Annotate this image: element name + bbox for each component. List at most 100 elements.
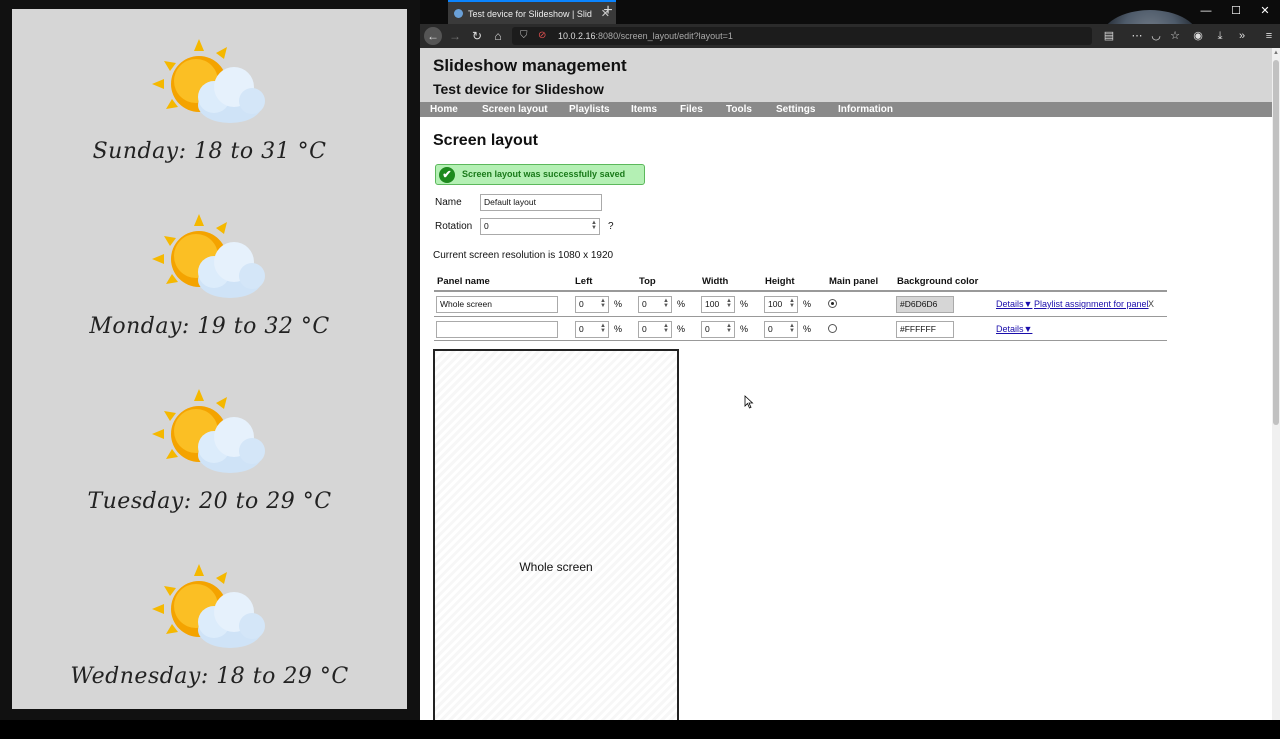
spinner-arrows-icon[interactable]: ▲ ▼ bbox=[788, 323, 796, 335]
delete-panel-button[interactable]: X bbox=[1148, 299, 1154, 309]
page-scrollbar[interactable]: ▲ bbox=[1272, 48, 1280, 720]
table-row: 0 ▲ ▼ % 0 ▲ ▼ % 0 ▲ ▼ % 0 ▲ ▼ % #FFFFFF Details▼ bbox=[434, 317, 1167, 341]
details-link[interactable]: Details▼ bbox=[996, 299, 1032, 309]
rotation-label: Rotation bbox=[435, 221, 473, 232]
maximize-icon[interactable]: ☐ bbox=[1221, 0, 1251, 22]
panel-name-field[interactable]: Whole screen bbox=[436, 296, 558, 313]
checkmark-icon: ✔ bbox=[439, 167, 455, 183]
forecast-day: Wednesday: 18 to 29 °C bbox=[12, 564, 407, 739]
panel-name-field[interactable] bbox=[436, 321, 558, 338]
rotation-stepper[interactable]: 0 ▲ ▼ bbox=[480, 218, 600, 235]
col-main-panel: Main panel bbox=[829, 276, 879, 287]
home-icon[interactable]: ⌂ bbox=[489, 27, 507, 45]
web-page: Slideshow management Test device for Sli… bbox=[420, 48, 1272, 720]
scroll-up-icon[interactable]: ▲ bbox=[1272, 50, 1280, 58]
preview-panel-label: Whole screen bbox=[519, 560, 593, 574]
background-color-field[interactable]: #D6D6D6 bbox=[896, 296, 954, 313]
partly-cloudy-icon bbox=[152, 564, 265, 648]
pocket-icon[interactable]: ◡ bbox=[1147, 27, 1165, 45]
forecast-day: Monday: 19 to 32 °C bbox=[12, 214, 407, 389]
table-row: Whole screen 0 ▲ ▼ % 0 ▲ ▼ % 100 ▲ ▼ % 100 ▲ ▼ %… bbox=[434, 293, 1167, 317]
background-color-field[interactable]: #FFFFFF bbox=[896, 321, 954, 338]
percent-label: % bbox=[677, 324, 686, 334]
width-value: 100 bbox=[705, 299, 720, 309]
left-stepper[interactable]: 0 ▲ ▼ bbox=[575, 321, 609, 338]
top-stepper[interactable]: 0 ▲ ▼ bbox=[638, 321, 672, 338]
menu-item-screen-layout[interactable]: Screen layout bbox=[482, 102, 548, 117]
width-stepper[interactable]: 0 ▲ ▼ bbox=[701, 321, 735, 338]
percent-label: % bbox=[803, 324, 812, 334]
spinner-arrows-icon[interactable]: ▲ ▼ bbox=[662, 298, 670, 310]
main-panel-radio[interactable] bbox=[828, 324, 837, 333]
success-message: ✔ Screen layout was successfully saved bbox=[435, 164, 645, 185]
menu-item-items[interactable]: Items bbox=[631, 102, 657, 117]
scrollbar-thumb[interactable] bbox=[1273, 60, 1279, 425]
panel-table-header: Panel name Left Top Width Height Main pa… bbox=[434, 276, 1167, 292]
slideshow-display: Sunday: 18 to 31 °C Monday: 19 to 32 °C … bbox=[12, 9, 407, 709]
forecast-text: Monday: 19 to 32 °C bbox=[89, 314, 330, 339]
mouse-cursor-icon bbox=[744, 395, 754, 409]
page-title: Screen layout bbox=[433, 132, 538, 149]
width-value: 0 bbox=[705, 324, 710, 334]
menu-item-home[interactable]: Home bbox=[430, 102, 458, 117]
minimize-icon[interactable]: — bbox=[1191, 0, 1221, 22]
forecast-text: Wednesday: 18 to 29 °C bbox=[70, 664, 349, 689]
top-value: 0 bbox=[642, 324, 647, 334]
spinner-arrows-icon[interactable]: ▲ ▼ bbox=[662, 323, 670, 335]
partly-cloudy-icon bbox=[152, 39, 265, 123]
page-header: Slideshow management Test device for Sli… bbox=[420, 48, 1272, 102]
col-height: Height bbox=[765, 276, 795, 287]
spinner-arrows-icon[interactable]: ▲ ▼ bbox=[599, 298, 607, 310]
browser-window: Test device for Slideshow | Slid ✕ + — ☐… bbox=[420, 0, 1280, 720]
url-host: 10.0.2.16 bbox=[558, 31, 596, 41]
main-panel-radio[interactable] bbox=[828, 299, 837, 308]
left-stepper[interactable]: 0 ▲ ▼ bbox=[575, 296, 609, 313]
spinner-arrows-icon[interactable]: ▲ ▼ bbox=[725, 298, 733, 310]
top-value: 0 bbox=[642, 299, 647, 309]
overflow-menu-icon[interactable]: » bbox=[1233, 27, 1251, 45]
top-stepper[interactable]: 0 ▲ ▼ bbox=[638, 296, 672, 313]
spinner-arrows-icon[interactable]: ▲ ▼ bbox=[788, 298, 796, 310]
height-stepper[interactable]: 100 ▲ ▼ bbox=[764, 296, 798, 313]
back-icon[interactable]: ← bbox=[424, 27, 442, 45]
layout-preview: Whole screen bbox=[433, 349, 679, 720]
browser-tab[interactable]: Test device for Slideshow | Slid ✕ bbox=[448, 0, 616, 24]
rotation-value: 0 bbox=[484, 221, 489, 231]
playlist-assignment-link[interactable]: Playlist assignment for panel bbox=[1034, 299, 1149, 309]
insecure-lock-icon: ⊘ bbox=[538, 30, 547, 41]
name-field[interactable]: Default layout bbox=[480, 194, 602, 211]
height-stepper[interactable]: 0 ▲ ▼ bbox=[764, 321, 798, 338]
partly-cloudy-icon bbox=[152, 389, 265, 473]
forecast-day: Tuesday: 20 to 29 °C bbox=[12, 389, 407, 564]
forecast-day: Sunday: 18 to 31 °C bbox=[12, 39, 407, 214]
col-width: Width bbox=[702, 276, 729, 287]
hamburger-menu-icon[interactable]: ≡ bbox=[1260, 27, 1278, 45]
account-icon[interactable]: ◉ bbox=[1189, 27, 1207, 45]
reader-view-icon[interactable]: ▤ bbox=[1100, 27, 1118, 45]
spinner-arrows-icon[interactable]: ▲ ▼ bbox=[590, 220, 598, 232]
details-link[interactable]: Details▼ bbox=[996, 324, 1032, 334]
menu-item-settings[interactable]: Settings bbox=[776, 102, 815, 117]
bookmark-star-icon[interactable]: ☆ bbox=[1166, 27, 1184, 45]
percent-label: % bbox=[740, 324, 749, 334]
more-actions-icon[interactable]: ⋯ bbox=[1128, 27, 1146, 45]
navigation-toolbar: ← → ↻ ⌂ ⛉ ⊘ 10.0.2.16:8080/screen_layout… bbox=[420, 24, 1280, 48]
percent-label: % bbox=[803, 299, 812, 309]
close-window-icon[interactable]: ✕ bbox=[1250, 0, 1280, 22]
main-menu: Home Screen layout Playlists Items Files… bbox=[420, 102, 1272, 117]
width-stepper[interactable]: 100 ▲ ▼ bbox=[701, 296, 735, 313]
url-bar[interactable]: ⛉ ⊘ 10.0.2.16:8080/screen_layout/edit?la… bbox=[512, 27, 1092, 45]
spinner-arrows-icon[interactable]: ▲ ▼ bbox=[599, 323, 607, 335]
menu-item-files[interactable]: Files bbox=[680, 102, 703, 117]
menu-item-information[interactable]: Information bbox=[838, 102, 893, 117]
rotation-help[interactable]: ? bbox=[608, 221, 614, 232]
menu-item-tools[interactable]: Tools bbox=[726, 102, 752, 117]
new-tab-icon[interactable]: + bbox=[600, 0, 616, 22]
menu-item-playlists[interactable]: Playlists bbox=[569, 102, 610, 117]
spinner-arrows-icon[interactable]: ▲ ▼ bbox=[725, 323, 733, 335]
shield-icon: ⛉ bbox=[520, 30, 528, 41]
reload-icon[interactable]: ↻ bbox=[468, 27, 486, 45]
download-icon[interactable]: ⤓ bbox=[1211, 27, 1229, 45]
forward-icon[interactable]: → bbox=[446, 27, 464, 45]
partly-cloudy-icon bbox=[152, 214, 265, 298]
